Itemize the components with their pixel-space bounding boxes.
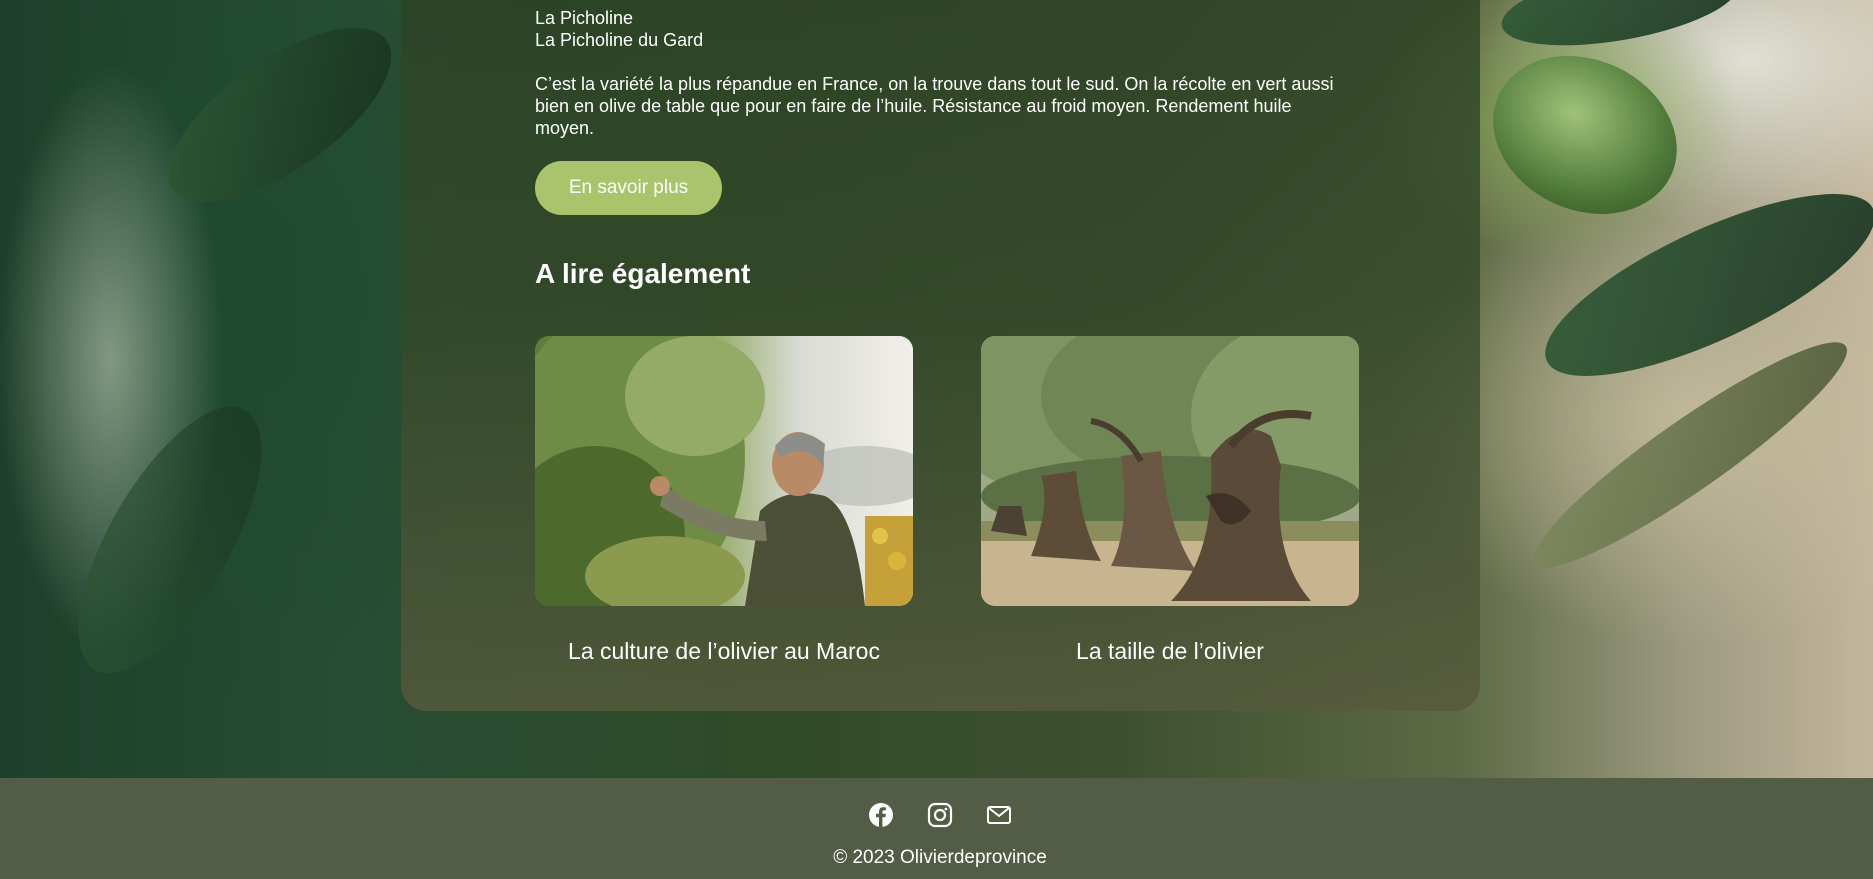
background-leaf [141, 0, 419, 235]
learn-more-button[interactable]: En savoir plus [535, 161, 722, 215]
article-image-olive-culture-morocco[interactable] [535, 336, 913, 606]
related-section-title: A lire également [535, 258, 751, 289]
olive-fruit [1467, 26, 1703, 244]
article-title-olive-pruning[interactable]: La taille de l’olivier [981, 638, 1359, 665]
facebook-icon[interactable] [866, 800, 896, 830]
olive-grove-photo [981, 336, 1359, 606]
background-leaf [43, 380, 297, 700]
olive-picker-photo [535, 336, 913, 606]
variety-name: La Picholine [535, 8, 634, 28]
copyright-text: © 2023 Olivierdeprovince [833, 847, 1047, 868]
variety-description: C’est la variété la plus répandue en Fra… [535, 74, 1334, 138]
article-title-olive-culture-morocco[interactable]: La culture de l’olivier au Maroc [535, 638, 913, 665]
mail-icon[interactable] [984, 800, 1014, 830]
instagram-icon[interactable] [925, 800, 955, 830]
article-image-olive-pruning[interactable] [981, 336, 1359, 606]
background-leaf [1495, 0, 1745, 61]
variety-alt-name: La Picholine du Gard [535, 30, 704, 50]
